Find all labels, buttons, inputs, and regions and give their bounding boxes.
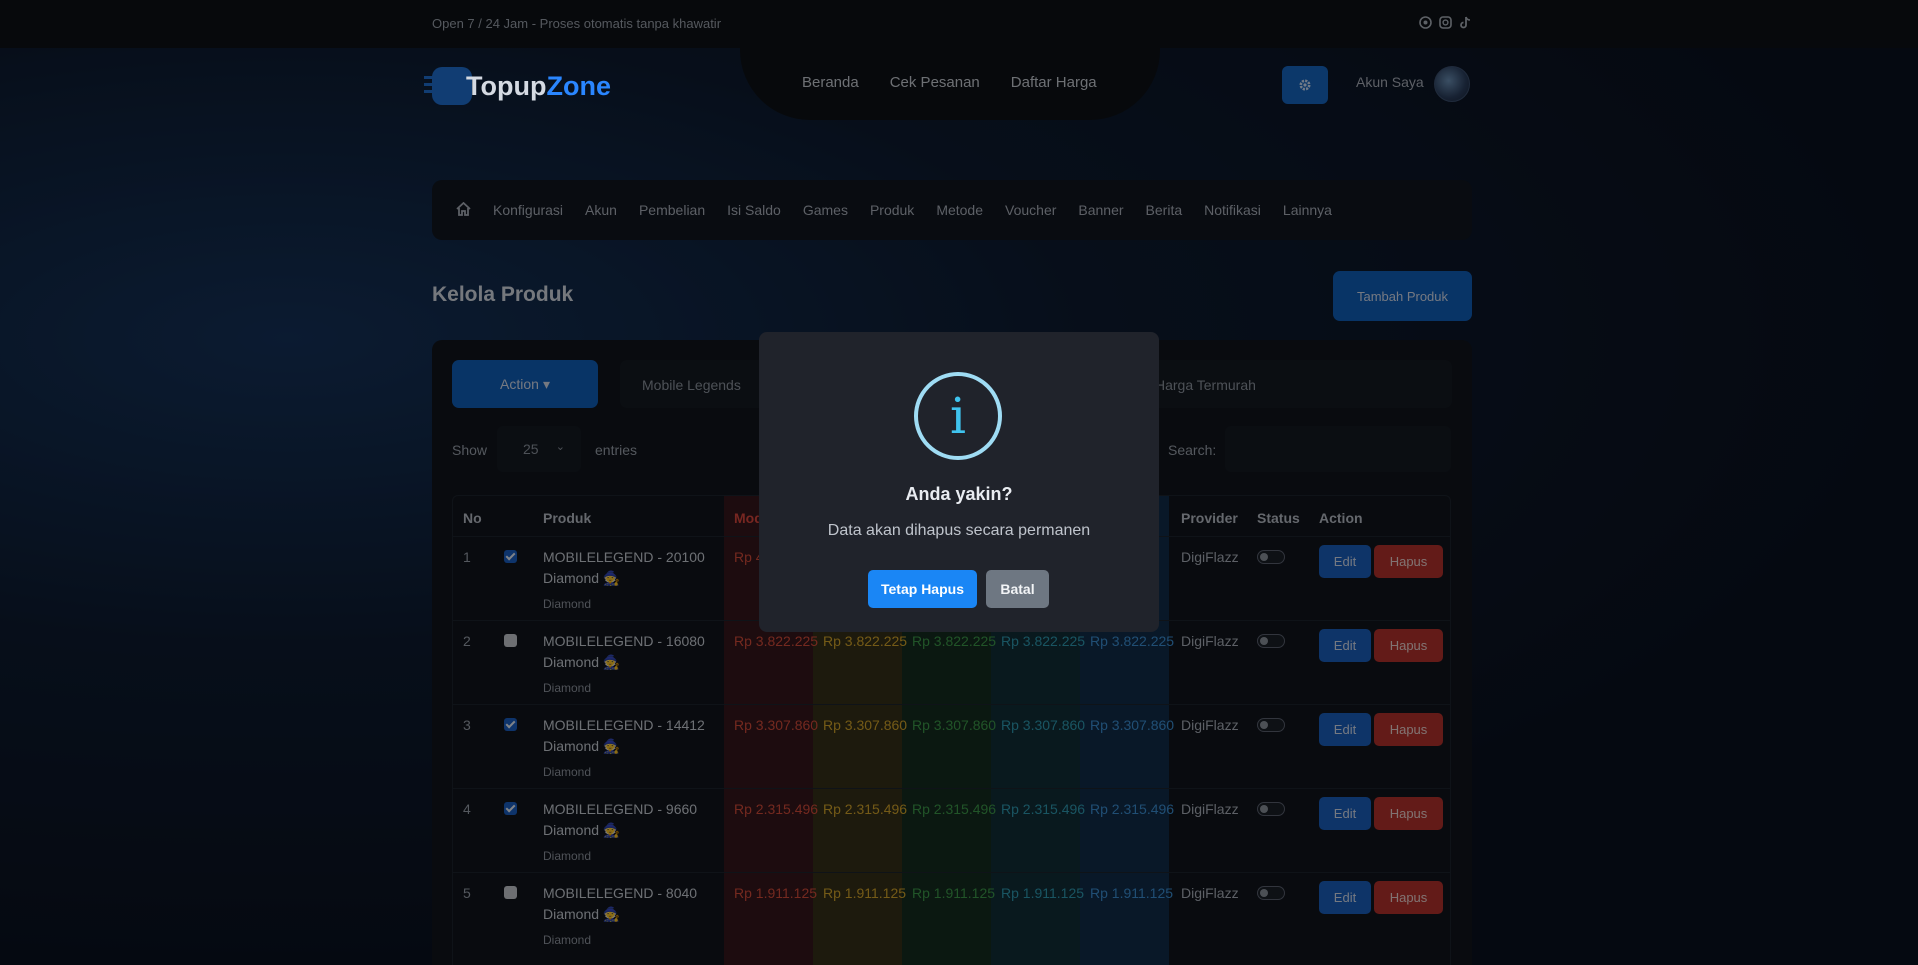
dialog-message: Data akan dihapus secara permanen	[827, 522, 1091, 539]
page-background: Open 7 / 24 Jam - Proses otomatis tanpa …	[0, 0, 1918, 965]
logo-text-part2: Zone	[546, 70, 611, 101]
cancel-button[interactable]: Batal	[986, 570, 1049, 608]
logo-text-part1: Topup	[466, 70, 547, 101]
dialog-title: Anda yakin?	[905, 484, 1013, 504]
info-icon: i	[914, 372, 1002, 460]
confirm-delete-button[interactable]: Tetap Hapus	[868, 570, 977, 608]
info-icon-glyph: i	[950, 387, 966, 445]
confirm-delete-dialog: i Anda yakin? Data akan dihapus secara p…	[759, 332, 1159, 632]
